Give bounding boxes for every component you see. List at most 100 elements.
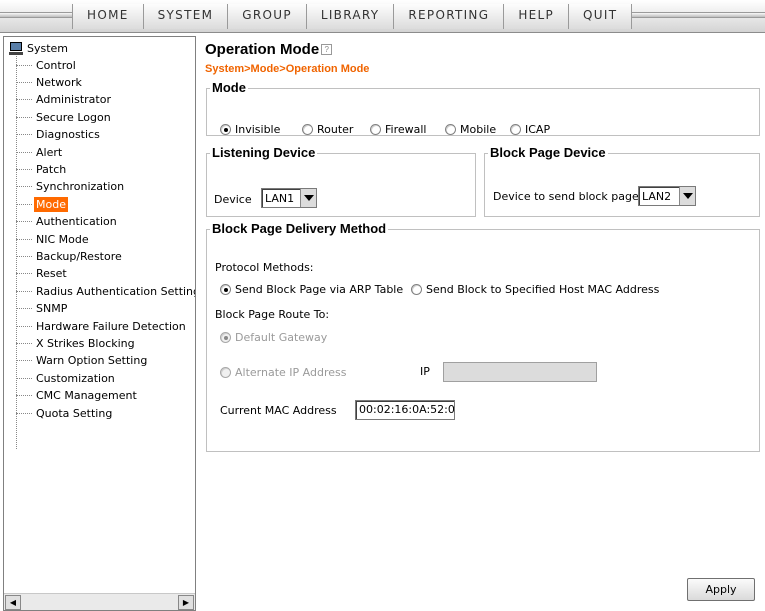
- radio-icap[interactable]: [510, 124, 521, 135]
- current-mac-field[interactable]: 00:02:16:0A:52:00: [355, 400, 455, 420]
- breadcrumb: System>Mode>Operation Mode: [205, 63, 370, 75]
- radio-specified-mac[interactable]: [411, 284, 422, 295]
- sidebar-item-synchronization[interactable]: Synchronization: [16, 179, 126, 195]
- horizontal-scrollbar[interactable]: ◀ ▶: [4, 593, 195, 610]
- tree-branch-line: [16, 342, 32, 344]
- tree-branch-line: [16, 116, 32, 118]
- current-mac-label: Current MAC Address: [220, 404, 337, 417]
- tree-branch-line: [16, 377, 32, 379]
- apply-button[interactable]: Apply: [687, 578, 755, 601]
- sidebar-item-label: SNMP: [36, 302, 68, 316]
- scroll-left-arrow-icon[interactable]: ◀: [5, 595, 21, 610]
- protocol-label-mac: Send Block to Specified Host MAC Address: [426, 283, 660, 296]
- radio-mobile[interactable]: [445, 124, 456, 135]
- sidebar-item-backup-restore[interactable]: Backup/Restore: [16, 248, 124, 264]
- sidebar-item-customization[interactable]: Customization: [16, 370, 117, 386]
- radio-firewall[interactable]: [370, 124, 381, 135]
- sidebar-item-cmc-management[interactable]: CMC Management: [16, 388, 139, 404]
- sidebar-item-label: Synchronization: [36, 180, 125, 194]
- delivery-method-legend: Block Page Delivery Method: [212, 221, 387, 236]
- mode-label-mobile: Mobile: [460, 123, 497, 136]
- nav-tab-help[interactable]: HELP: [503, 4, 569, 29]
- mode-option-mobile[interactable]: Mobile: [445, 123, 496, 136]
- route-label-alternate-ip: Alternate IP Address: [235, 366, 347, 379]
- sidebar-item-label: CMC Management: [36, 389, 137, 403]
- sidebar-item-warn-option-setting[interactable]: Warn Option Setting: [16, 353, 149, 369]
- sidebar-item-radius-authentication-setting[interactable]: Radius Authentication Setting: [16, 283, 196, 299]
- device-label: Device: [214, 193, 252, 206]
- delivery-method-panel: Block Page Delivery Method Protocol Meth…: [206, 222, 760, 452]
- nav-tab-library[interactable]: LIBRARY: [305, 4, 394, 29]
- sidebar-item-label: Mode: [34, 196, 68, 212]
- mode-label-invisible: Invisible: [235, 123, 281, 136]
- sidebar-item-reset[interactable]: Reset: [16, 266, 69, 282]
- protocol-option-mac[interactable]: Send Block to Specified Host MAC Address: [411, 283, 659, 296]
- sidebar-item-x-strikes-blocking[interactable]: X Strikes Blocking: [16, 335, 137, 351]
- scroll-right-arrow-icon[interactable]: ▶: [178, 595, 194, 610]
- radio-router[interactable]: [302, 124, 313, 135]
- nav-tab-system[interactable]: SYSTEM: [142, 4, 228, 29]
- tree-branch-line: [16, 325, 32, 327]
- sidebar-item-snmp[interactable]: SNMP: [16, 301, 69, 317]
- tree-branch-line: [16, 64, 32, 66]
- sidebar-item-label: Radius Authentication Setting: [36, 284, 196, 298]
- protocol-label-arp: Send Block Page via ARP Table: [235, 283, 404, 296]
- sidebar-item-patch[interactable]: Patch: [16, 161, 68, 177]
- sidebar-item-nic-mode[interactable]: NIC Mode: [16, 231, 91, 247]
- nav-tab-group[interactable]: GROUP: [227, 4, 306, 29]
- dropdown-arrow-icon[interactable]: [679, 187, 695, 205]
- dropdown-arrow-icon[interactable]: [300, 189, 316, 207]
- mode-option-icap[interactable]: ICAP: [510, 123, 550, 136]
- tree-branch-line: [16, 255, 32, 257]
- nav-tab-reporting[interactable]: REPORTING: [393, 4, 504, 29]
- mode-label-icap: ICAP: [525, 123, 551, 136]
- sidebar-item-label: Customization: [36, 371, 115, 385]
- tree-branch-line: [16, 168, 32, 170]
- tree-branch-line: [16, 151, 32, 153]
- sidebar-item-alert[interactable]: Alert: [16, 144, 64, 160]
- ip-address-input: [443, 362, 597, 382]
- tree-root-system[interactable]: System: [9, 40, 68, 56]
- mode-option-invisible[interactable]: Invisible: [220, 123, 280, 136]
- block-page-device-legend: Block Page Device: [490, 145, 606, 160]
- sidebar-item-label: Secure Logon: [36, 110, 111, 124]
- mode-option-router[interactable]: Router: [302, 123, 353, 136]
- tree-branch-line: [16, 203, 32, 205]
- block-page-device-select[interactable]: LAN2: [638, 186, 696, 206]
- route-to-label: Block Page Route To:: [215, 308, 330, 321]
- sidebar-item-label: Backup/Restore: [36, 249, 122, 263]
- sidebar-item-label: Warn Option Setting: [36, 354, 148, 368]
- listening-device-select[interactable]: LAN1: [261, 188, 317, 208]
- nav-tab-quit[interactable]: QUIT: [568, 4, 633, 29]
- protocol-option-arp[interactable]: Send Block Page via ARP Table: [220, 283, 403, 296]
- sidebar-item-label: X Strikes Blocking: [36, 336, 135, 350]
- sidebar-item-secure-logon[interactable]: Secure Logon: [16, 109, 113, 125]
- tree-branch-line: [16, 238, 32, 240]
- sidebar-item-administrator[interactable]: Administrator: [16, 92, 113, 108]
- listening-device-legend: Listening Device: [212, 145, 316, 160]
- block-page-device-panel: Block Page Device Device to send block p…: [484, 146, 760, 217]
- help-icon[interactable]: ?: [321, 44, 333, 55]
- sidebar-item-mode[interactable]: Mode: [16, 196, 68, 212]
- sidebar: System Control Network Administrator Secure…: [3, 36, 196, 611]
- tree-root-label: System: [27, 41, 69, 55]
- sidebar-item-label: Administrator: [36, 93, 111, 107]
- nav-tabs: HOME SYSTEM GROUP LIBRARY REPORTING HELP…: [72, 4, 633, 29]
- sidebar-item-label: Patch: [36, 162, 67, 176]
- mode-option-firewall[interactable]: Firewall: [370, 123, 426, 136]
- sidebar-tree: System Control Network Administrator Secure…: [4, 37, 195, 592]
- sidebar-item-control[interactable]: Control: [16, 57, 78, 73]
- sidebar-item-diagnostics[interactable]: Diagnostics: [16, 127, 102, 143]
- sidebar-item-authentication[interactable]: Authentication: [16, 214, 119, 230]
- tree-branch-line: [16, 81, 32, 83]
- listening-device-panel: Listening Device Device LAN1: [206, 146, 476, 217]
- radio-invisible[interactable]: [220, 124, 231, 135]
- sidebar-item-network[interactable]: Network: [16, 74, 84, 90]
- mode-panel: Mode Invisible Router Firewall Mobile IC…: [206, 81, 760, 136]
- sidebar-item-label: Hardware Failure Detection: [36, 319, 186, 333]
- sidebar-item-hardware-failure-detection[interactable]: Hardware Failure Detection: [16, 318, 188, 334]
- nav-tab-home[interactable]: HOME: [72, 4, 143, 29]
- route-option-alternate-ip: Alternate IP Address: [220, 366, 346, 379]
- radio-arp-table[interactable]: [220, 284, 231, 295]
- sidebar-item-quota-setting[interactable]: Quota Setting: [16, 405, 114, 421]
